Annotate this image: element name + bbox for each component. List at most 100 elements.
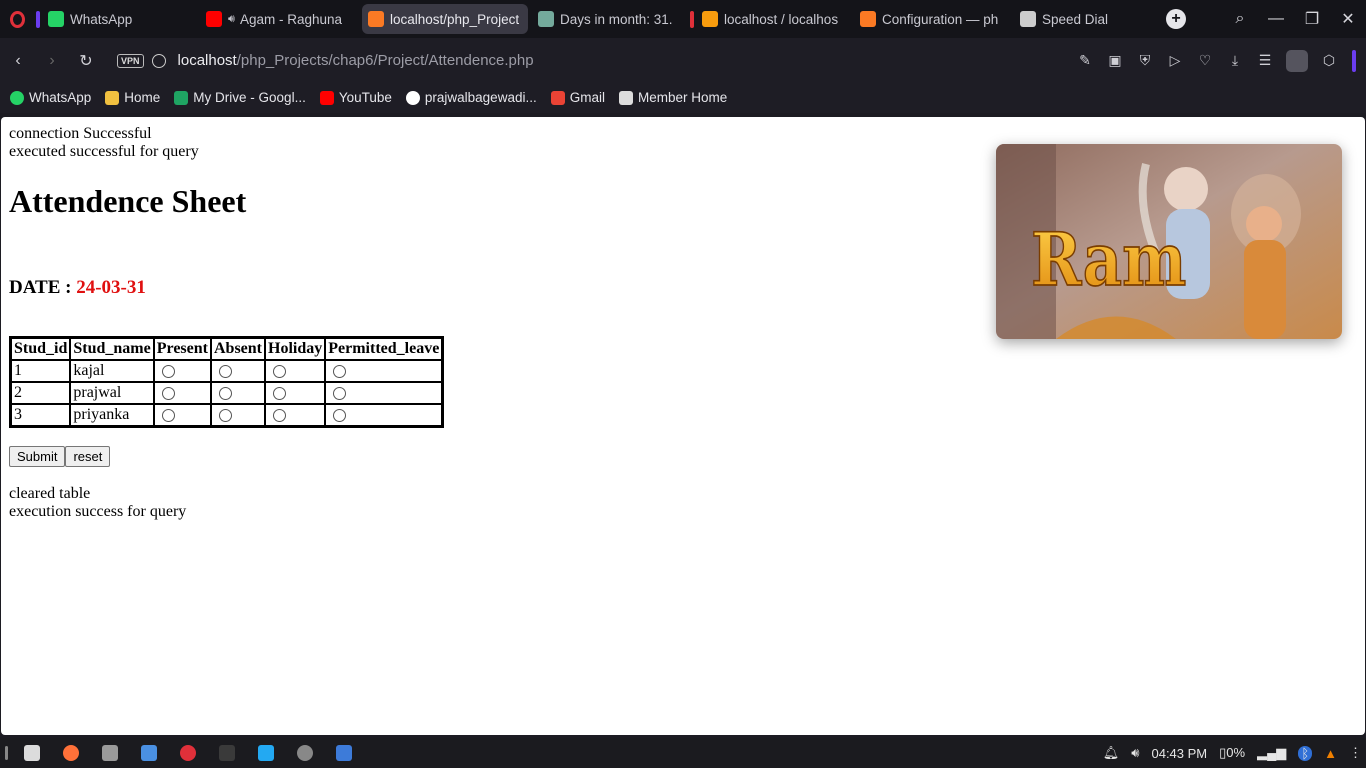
zorin-menu-icon[interactable] [12, 745, 51, 761]
bookmark-label: prajwalbagewadi... [424, 90, 537, 105]
bookmark-label: Home [124, 90, 161, 105]
footer-message: cleared table [9, 485, 91, 502]
url-field[interactable]: localhost/php_Projects/chap6/Project/Att… [178, 52, 534, 69]
page-title: Attendence Sheet [9, 183, 247, 219]
files-icon-glyph [101, 745, 118, 761]
google-drive-icon [174, 90, 189, 105]
maximize-button[interactable]: ❐ [1294, 9, 1330, 29]
holiday-radio[interactable] [273, 364, 286, 378]
download-icon[interactable]: ⤓ [1220, 52, 1250, 69]
permitted-leave-radio[interactable] [333, 386, 347, 400]
page-viewport: connection Successful executed successfu… [1, 117, 1365, 735]
absent-cell [210, 404, 265, 426]
clock-time[interactable]: 04:43 PM [1151, 746, 1207, 761]
bookmark-label: Member Home [637, 90, 728, 105]
ram-banner-image: Ram [996, 144, 1342, 339]
heart-icon[interactable]: ♡ [1190, 52, 1220, 69]
bluetooth-icon[interactable]: ᛒ [1298, 745, 1313, 761]
bookmark-whatsapp[interactable]: WhatsApp [10, 90, 91, 105]
app-icon[interactable] [324, 745, 363, 761]
battery-percent: 0% [1226, 745, 1246, 760]
easy-setup-icon[interactable]: ☰ [1250, 52, 1280, 69]
forward-button[interactable]: › [35, 52, 69, 70]
terminal-icon[interactable] [207, 745, 246, 761]
tab-title: Speed Dial [1042, 11, 1109, 27]
firefox-icon[interactable] [51, 745, 90, 761]
status-line: connection Successful [9, 125, 152, 142]
tab-title: localhost / localhos [724, 11, 839, 27]
stud-name-cell: prajwal [70, 382, 154, 404]
absent-cell [210, 360, 265, 382]
permitted-leave-cell [325, 382, 443, 404]
terminal-icon-glyph [218, 745, 235, 761]
opera-menu-icon[interactable] [0, 0, 34, 38]
permitted-leave-cell [325, 404, 443, 426]
opera-icon[interactable] [168, 745, 207, 761]
vlc-icon[interactable]: ▲ [1324, 746, 1337, 761]
present-radio[interactable] [161, 408, 175, 422]
vscode-icon[interactable] [246, 745, 285, 761]
bookmark-gmail[interactable]: Gmail [550, 90, 605, 105]
bookmark-label: My Drive - Googl... [193, 90, 306, 105]
column-header: Permitted_leave [325, 338, 443, 360]
banner-text: Ram [1031, 216, 1186, 302]
holiday-radio[interactable] [273, 408, 286, 422]
holiday-radio[interactable] [273, 386, 286, 400]
profile-icon[interactable] [1286, 49, 1308, 72]
bookmark-home[interactable]: Home [105, 90, 160, 105]
present-cell [153, 404, 211, 426]
zorin-menu-icon-glyph [23, 745, 40, 761]
tab-xampp[interactable]: localhost/php_Project [362, 4, 528, 34]
permitted-leave-radio[interactable] [333, 364, 347, 378]
tab-whatsapp[interactable]: WhatsApp [34, 4, 196, 34]
edit-icon[interactable]: ✎ [1070, 52, 1100, 69]
files-icon[interactable] [90, 745, 129, 761]
tab-xampp[interactable]: Configuration — ph [854, 4, 1010, 34]
network-icon[interactable]: ▂▄▆ [1257, 745, 1286, 761]
submit-button[interactable]: Submit [9, 446, 66, 467]
absent-radio[interactable] [218, 386, 232, 400]
player-icon[interactable]: ▷ [1160, 52, 1190, 69]
tab-title: Days in month: 31. [560, 11, 673, 27]
vpn-badge[interactable]: VPN [117, 53, 144, 68]
bookmark-page[interactable]: Member Home [618, 90, 728, 105]
xampp-icon [860, 11, 876, 27]
opera-icon-glyph [179, 745, 196, 761]
tab-chatgpt[interactable]: Days in month: 31. [532, 4, 684, 34]
bookmark-youtube[interactable]: YouTube [319, 90, 392, 105]
gmail-icon [550, 90, 565, 105]
volume-icon[interactable]: 🔊︎ [1131, 745, 1139, 761]
shield-icon[interactable]: ⛨ [1130, 52, 1160, 69]
tab-youtube[interactable]: 🔊︎ Agam - Raghuna [200, 4, 358, 34]
date-value: 24-03-31 [76, 277, 146, 298]
sidebar-toggle[interactable] [1352, 49, 1356, 72]
battery-status[interactable]: ▯0% [1219, 745, 1245, 761]
reset-button[interactable]: reset [65, 446, 111, 467]
reload-button[interactable]: ↻ [69, 51, 103, 71]
bookmark-github[interactable]: prajwalbagewadi... [405, 90, 537, 105]
camera-icon[interactable]: ▣ [1100, 52, 1130, 69]
permitted-leave-radio[interactable] [333, 408, 347, 422]
date-label: DATE : [9, 277, 77, 298]
tab-title: localhost/php_Project [390, 11, 520, 27]
absent-radio[interactable] [218, 364, 232, 378]
bell-icon[interactable]: 🔔︎ [1103, 745, 1120, 761]
tab-speed-dial[interactable]: Speed Dial [1014, 4, 1164, 34]
speaker-icon[interactable]: 🔊︎ [228, 13, 235, 26]
present-radio[interactable] [161, 386, 175, 400]
bookmark-google-drive[interactable]: My Drive - Googl... [174, 90, 306, 105]
absent-radio[interactable] [218, 408, 232, 422]
tab-phpmyadmin[interactable]: localhost / localhos [688, 4, 850, 34]
minimize-button[interactable]: — [1258, 10, 1294, 28]
extensions-icon[interactable]: ⬡ [1314, 52, 1344, 69]
back-button[interactable]: ‹ [1, 52, 35, 70]
search-tabs-icon[interactable]: ⌕ [1222, 10, 1258, 28]
site-info-icon[interactable] [151, 53, 166, 68]
close-window-button[interactable]: ✕ [1330, 9, 1366, 29]
present-radio[interactable] [161, 364, 175, 378]
screenshot-icon[interactable] [129, 745, 168, 761]
clock-icon[interactable] [285, 745, 324, 761]
stud-id-cell: 2 [11, 382, 71, 404]
new-tab-button[interactable]: + [1166, 9, 1186, 29]
address-bar: ‹ › ↻ VPN localhost/php_Projects/chap6/P… [0, 38, 1366, 83]
